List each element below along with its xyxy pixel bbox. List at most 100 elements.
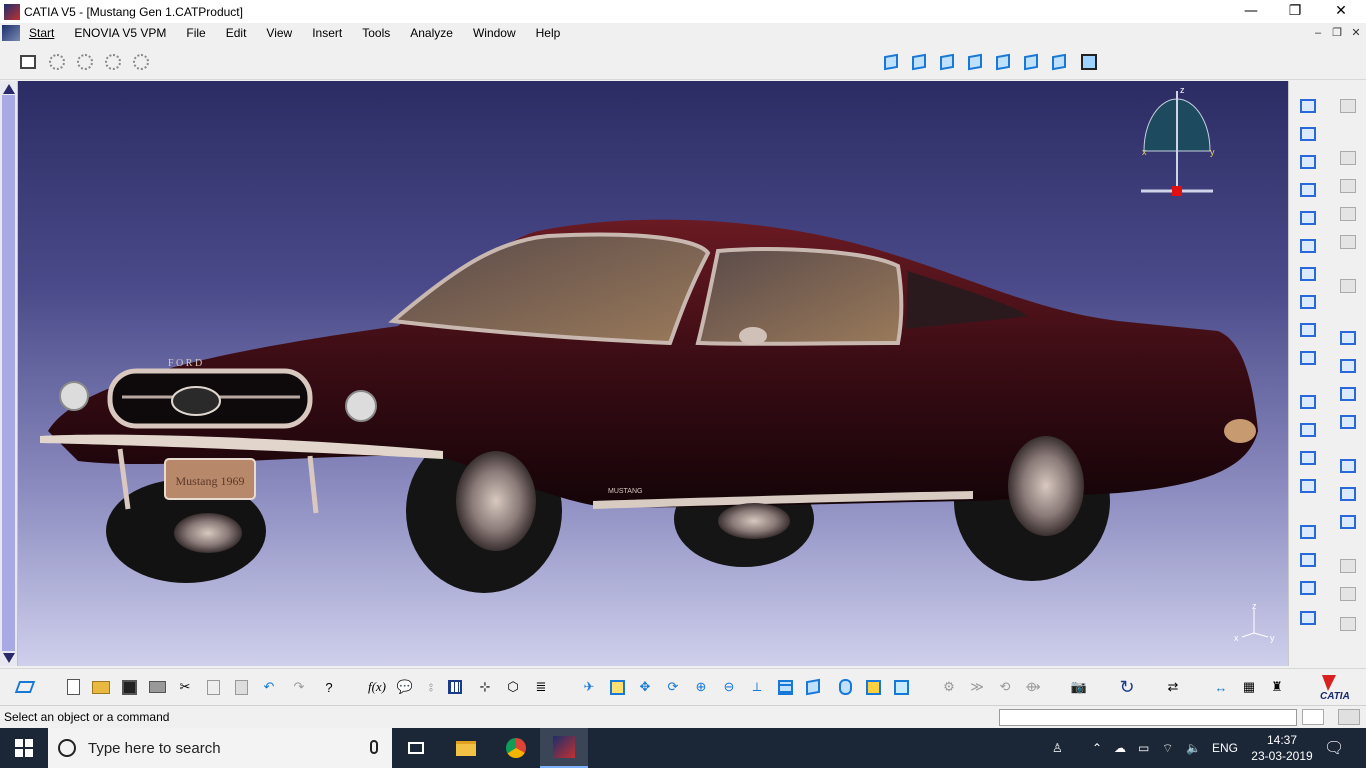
language-indicator[interactable]: ENG <box>1212 728 1238 768</box>
minimize-button[interactable]: — <box>1228 0 1274 23</box>
paste-icon[interactable] <box>230 677 252 697</box>
replay-icon[interactable]: ⟲ <box>994 677 1016 697</box>
people-icon[interactable]: ♙ <box>1052 728 1063 768</box>
save-icon[interactable] <box>118 677 140 697</box>
fit-all-icon[interactable] <box>606 677 628 697</box>
redo-icon[interactable]: ↷ <box>288 677 310 697</box>
bill-of-material-icon[interactable] <box>1337 355 1359 377</box>
menu-file[interactable]: File <box>176 23 215 43</box>
hole-icon[interactable] <box>1337 511 1359 533</box>
new-file-icon[interactable] <box>62 677 84 697</box>
close-button[interactable]: ✕ <box>1318 0 1364 23</box>
publish-icon[interactable] <box>1337 455 1359 477</box>
manipulation-icon[interactable] <box>1297 207 1319 229</box>
microphone-icon[interactable] <box>370 740 378 754</box>
zoom-out-icon[interactable]: ⊖ <box>718 677 740 697</box>
menu-edit[interactable]: Edit <box>216 23 257 43</box>
generate-numbering-icon[interactable] <box>46 51 68 73</box>
compass-widget[interactable]: z x y <box>1136 85 1218 197</box>
measure-between-icon[interactable]: ↔ <box>1210 677 1232 697</box>
vertical-scrollbar[interactable] <box>0 81 18 666</box>
doc-restore-button[interactable]: ❐ <box>1327 23 1347 43</box>
swap-visible-space-icon[interactable] <box>890 677 912 697</box>
menu-start[interactable]: Start <box>23 23 64 43</box>
stop-command-button[interactable] <box>1302 709 1324 725</box>
coincidence-constraint-icon[interactable] <box>1297 319 1319 341</box>
capture-icon[interactable]: 📷 <box>1068 677 1090 697</box>
volume-icon[interactable]: 🔈 <box>1186 728 1201 768</box>
measure-icon[interactable] <box>1337 411 1359 433</box>
pan-icon[interactable]: ✥ <box>634 677 656 697</box>
restore-button[interactable]: ❐ <box>1272 0 1318 23</box>
iso-view-icon[interactable] <box>802 677 824 697</box>
right-view-icon[interactable] <box>992 51 1014 73</box>
product-structure-icon[interactable] <box>17 51 39 73</box>
bottom-view-icon[interactable] <box>1048 51 1070 73</box>
refresh-icon[interactable]: ↻ <box>1116 677 1138 697</box>
hide-show-icon[interactable] <box>862 677 884 697</box>
shading-icon[interactable] <box>834 677 856 697</box>
distance-band-icon[interactable] <box>1337 203 1359 225</box>
macro-icon[interactable]: ⦂ <box>420 677 442 697</box>
comment-icon[interactable]: 💬 <box>394 677 416 697</box>
left-view-icon[interactable] <box>964 51 986 73</box>
copy-icon[interactable] <box>202 677 224 697</box>
change-constraint-icon[interactable] <box>1297 577 1319 599</box>
fix-together-icon[interactable] <box>1297 475 1319 497</box>
replace-component-icon[interactable] <box>74 51 96 73</box>
onedrive-icon[interactable]: ☁ <box>1114 728 1126 768</box>
annotation-icon[interactable] <box>1337 383 1359 405</box>
sectioning-icon[interactable] <box>1337 147 1359 169</box>
stop-manipulate-on-clash-icon[interactable] <box>1297 291 1319 313</box>
catalog-browser-icon[interactable] <box>1337 95 1359 117</box>
menu-insert[interactable]: Insert <box>302 23 352 43</box>
graph-tree-reordering-icon[interactable] <box>102 51 124 73</box>
existing-component-icon[interactable] <box>1297 179 1319 201</box>
doc-close-button[interactable]: ✕ <box>1346 23 1366 43</box>
offset-constraint-icon[interactable] <box>1297 391 1319 413</box>
3d-viewport[interactable]: F O R D Mustang 1969 MUSTANG z x y z x y <box>18 81 1288 666</box>
analyze-icon[interactable] <box>1337 275 1359 297</box>
command-input[interactable] <box>999 709 1297 726</box>
compass-handle[interactable] <box>1172 186 1182 196</box>
new-component-icon[interactable] <box>1297 95 1319 117</box>
scroll-up-arrow[interactable] <box>3 84 15 94</box>
angle-constraint-icon[interactable] <box>1297 419 1319 441</box>
zoom-in-icon[interactable]: ⊕ <box>690 677 712 697</box>
scroll-thumb[interactable] <box>2 95 15 651</box>
weld-icon[interactable] <box>1337 483 1359 505</box>
rotate-icon[interactable]: ⟳ <box>662 677 684 697</box>
compute-clash-icon[interactable] <box>1337 231 1359 253</box>
menu-help[interactable]: Help <box>526 23 571 43</box>
cut-icon[interactable]: ✂ <box>174 677 196 697</box>
battery-icon[interactable]: ▭ <box>1138 728 1149 768</box>
scene-icon[interactable] <box>1337 327 1359 349</box>
catia-start-icon[interactable] <box>2 25 20 41</box>
flag-note-icon[interactable] <box>1337 613 1359 635</box>
update-icon[interactable]: ⚙ <box>938 677 960 697</box>
explode-icon[interactable] <box>1297 263 1319 285</box>
print-icon[interactable] <box>146 677 168 697</box>
top-view-icon[interactable] <box>1020 51 1042 73</box>
doc-minimize-button[interactable]: – <box>1308 23 1328 43</box>
new-product-icon[interactable] <box>1297 123 1319 145</box>
snap-icon[interactable] <box>1297 235 1319 257</box>
fly-mode-icon[interactable]: ✈ <box>578 677 600 697</box>
exchange-icon[interactable]: ⇄ <box>1162 677 1184 697</box>
taskbar-clock[interactable]: 14:37 23-03-2019 <box>1251 732 1313 764</box>
network-icon[interactable]: ⌔ <box>1162 728 1173 768</box>
contact-constraint-icon[interactable] <box>1297 347 1319 369</box>
table-icon[interactable] <box>444 677 466 697</box>
manage-representations-icon[interactable] <box>130 51 152 73</box>
taskbar-search[interactable]: Type here to search <box>48 728 392 768</box>
quick-constraint-icon[interactable] <box>1297 521 1319 543</box>
reuse-pattern-icon[interactable] <box>1297 607 1319 629</box>
scan-icon[interactable]: ⬡ <box>502 677 524 697</box>
back-view-icon[interactable] <box>936 51 958 73</box>
notifications-icon[interactable]: 🗨 <box>1324 728 1344 768</box>
show-hidden-icons[interactable]: ⌃ <box>1092 728 1102 768</box>
whats-this-icon[interactable]: ? <box>318 677 340 697</box>
file-explorer-button[interactable] <box>442 728 490 768</box>
tree-icon[interactable]: ⊹ <box>474 677 496 697</box>
named-views-icon[interactable] <box>1078 51 1100 73</box>
